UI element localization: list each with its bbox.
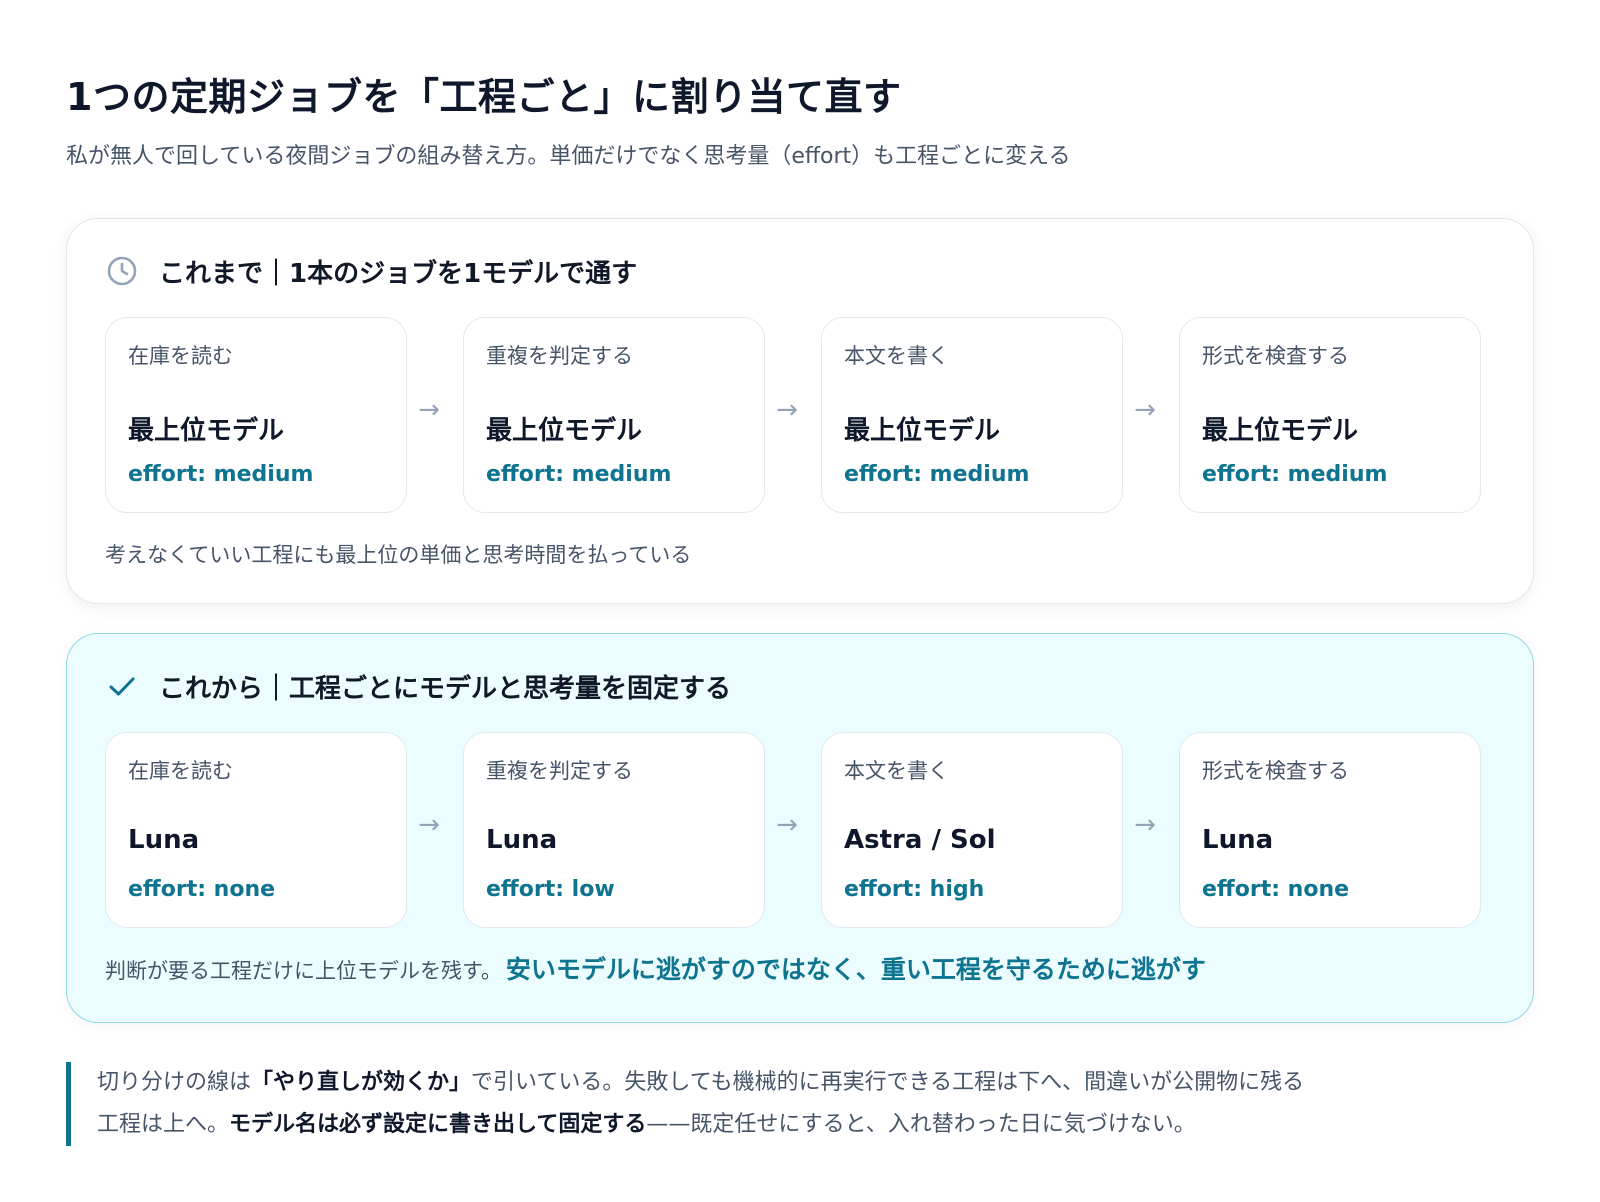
step-effort: effort: low — [486, 877, 615, 902]
step-model: 最上位モデル — [486, 416, 643, 446]
after-panel: これから｜工程ごとにモデルと思考量を固定する 在庫を読む Luna effort… — [66, 633, 1534, 1023]
before-steps: 在庫を読む 最上位モデル effort: medium → 重複を判定する 最上… — [105, 317, 1499, 513]
step-model: Luna — [128, 825, 200, 855]
quote-line-2: 工程は上へ。モデル名は必ず設定に書き出して固定する——既定任せにすると、入れ替わ… — [97, 1104, 1534, 1146]
page: 1つの定期ジョブを「工程ごと」に割り当て直す 私が無人で回している夜間ジョブの組… — [0, 0, 1600, 1202]
before-step-card: 在庫を読む 最上位モデル effort: medium — [105, 317, 407, 513]
step-name: 本文を書く — [844, 759, 949, 783]
before-panel-header: これまで｜1本のジョブを1モデルで通す — [105, 249, 637, 293]
arrow-right-icon: → — [776, 395, 798, 425]
after-panel-note: 判断が要る工程だけに上位モデルを残す。 安いモデルに逃がすのではなく、重い工程を… — [105, 950, 1206, 986]
step-name: 形式を検査する — [1202, 344, 1349, 368]
step-model: 最上位モデル — [1202, 416, 1359, 446]
step-model: Astra / Sol — [844, 825, 996, 855]
after-steps: 在庫を読む Luna effort: none → 重複を判定する Luna e… — [105, 732, 1499, 928]
after-step-card: 本文を書く Astra / Sol effort: high — [821, 732, 1123, 928]
step-effort: effort: medium — [486, 462, 672, 487]
before-panel-heading: これまで｜1本のジョブを1モデルで通す — [159, 258, 638, 289]
arrow-right-icon: → — [418, 810, 440, 840]
step-name: 本文を書く — [844, 344, 949, 368]
page-title: 1つの定期ジョブを「工程ごと」に割り当て直す — [66, 75, 902, 119]
after-step-card: 形式を検査する Luna effort: none — [1179, 732, 1481, 928]
quote-text: 工程は上へ。 — [97, 1112, 230, 1137]
step-name: 在庫を読む — [128, 759, 233, 783]
step-effort: effort: high — [844, 877, 985, 902]
step-model: Luna — [486, 825, 558, 855]
arrow-right-icon: → — [776, 810, 798, 840]
before-step-card: 重複を判定する 最上位モデル effort: medium — [463, 317, 765, 513]
arrow-right-icon: → — [1134, 810, 1156, 840]
step-model: Luna — [1202, 825, 1274, 855]
before-step-card: 本文を書く 最上位モデル effort: medium — [821, 317, 1123, 513]
checkmark-icon — [105, 669, 139, 703]
quote-emphasis: モデル名は必ず設定に書き出して固定する — [229, 1112, 647, 1137]
callout-quote: 切り分けの線は「やり直しが効くか」で引いている。失敗しても機械的に再実行できる工… — [66, 1062, 1534, 1146]
after-panel-header: これから｜工程ごとにモデルと思考量を固定する — [105, 664, 731, 708]
step-name: 形式を検査する — [1202, 759, 1349, 783]
step-name: 重複を判定する — [486, 344, 633, 368]
step-effort: effort: medium — [128, 462, 314, 487]
step-model: 最上位モデル — [128, 416, 285, 446]
after-note-emphasis: 安いモデルに逃がすのではなく、重い工程を守るために逃がす — [505, 955, 1206, 984]
quote-text: ——既定任せにすると、入れ替わった日に気づけない。 — [646, 1112, 1196, 1137]
quote-text: で引いている。失敗しても機械的に再実行できる工程は下へ、間違いが公開物に残る — [471, 1070, 1305, 1095]
step-effort: effort: medium — [1202, 462, 1388, 487]
step-effort: effort: none — [128, 877, 276, 902]
before-step-card: 形式を検査する 最上位モデル effort: medium — [1179, 317, 1481, 513]
before-panel: これまで｜1本のジョブを1モデルで通す 在庫を読む 最上位モデル effort:… — [66, 218, 1534, 604]
after-step-card: 在庫を読む Luna effort: none — [105, 732, 407, 928]
step-effort: effort: medium — [844, 462, 1030, 487]
quote-text: 切り分けの線は — [97, 1070, 252, 1095]
step-model: 最上位モデル — [844, 416, 1001, 446]
after-step-card: 重複を判定する Luna effort: low — [463, 732, 765, 928]
step-name: 在庫を読む — [128, 344, 233, 368]
quote-emphasis: 「やり直しが効くか」 — [251, 1070, 472, 1095]
arrow-right-icon: → — [1134, 395, 1156, 425]
step-name: 重複を判定する — [486, 759, 633, 783]
clock-icon — [105, 254, 139, 288]
before-panel-note: 考えなくていい工程にも最上位の単価と思考時間を払っている — [105, 543, 692, 567]
page-subtitle: 私が無人で回している夜間ジョブの組み替え方。単価だけでなく思考量（effort）… — [66, 144, 1071, 169]
after-note-text: 判断が要る工程だけに上位モデルを残す。 — [105, 959, 502, 983]
arrow-right-icon: → — [418, 395, 440, 425]
after-panel-heading: これから｜工程ごとにモデルと思考量を固定する — [159, 673, 732, 704]
quote-line-1: 切り分けの線は「やり直しが効くか」で引いている。失敗しても機械的に再実行できる工… — [97, 1062, 1534, 1104]
step-effort: effort: none — [1202, 877, 1350, 902]
